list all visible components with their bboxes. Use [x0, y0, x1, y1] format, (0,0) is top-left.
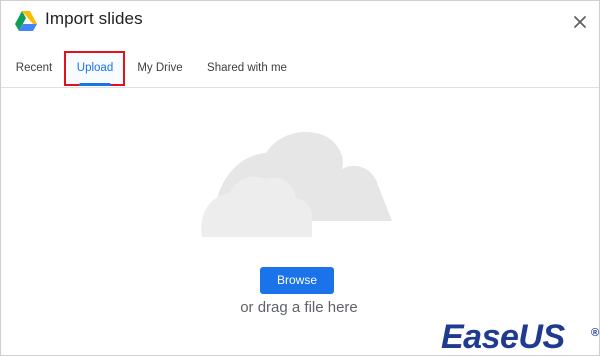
watermark-ease: Ease: [441, 318, 519, 356]
easeus-watermark: EaseUS ®: [441, 318, 599, 356]
cloud-icon: [201, 131, 392, 237]
tab-shared-with-me[interactable]: Shared with me: [203, 49, 291, 87]
dialog-header: Import slides: [1, 1, 599, 45]
tab-upload-label: Upload: [76, 62, 114, 74]
close-icon[interactable]: [567, 9, 593, 35]
tab-recent[interactable]: Recent: [11, 49, 57, 87]
dialog-title: Import slides: [45, 9, 143, 28]
google-drive-icon: [15, 11, 37, 31]
tab-upload[interactable]: Upload: [64, 49, 126, 87]
drag-hint: or drag a file here: [240, 299, 358, 316]
watermark-registered: ®: [591, 327, 599, 339]
watermark-us: US: [518, 318, 565, 356]
tab-my-drive[interactable]: My Drive: [135, 49, 185, 87]
browse-button[interactable]: Browse: [260, 267, 334, 294]
import-slides-dialog: Import slides Recent Upload My Drive Sha…: [0, 0, 600, 356]
active-tab-indicator: [79, 83, 111, 86]
